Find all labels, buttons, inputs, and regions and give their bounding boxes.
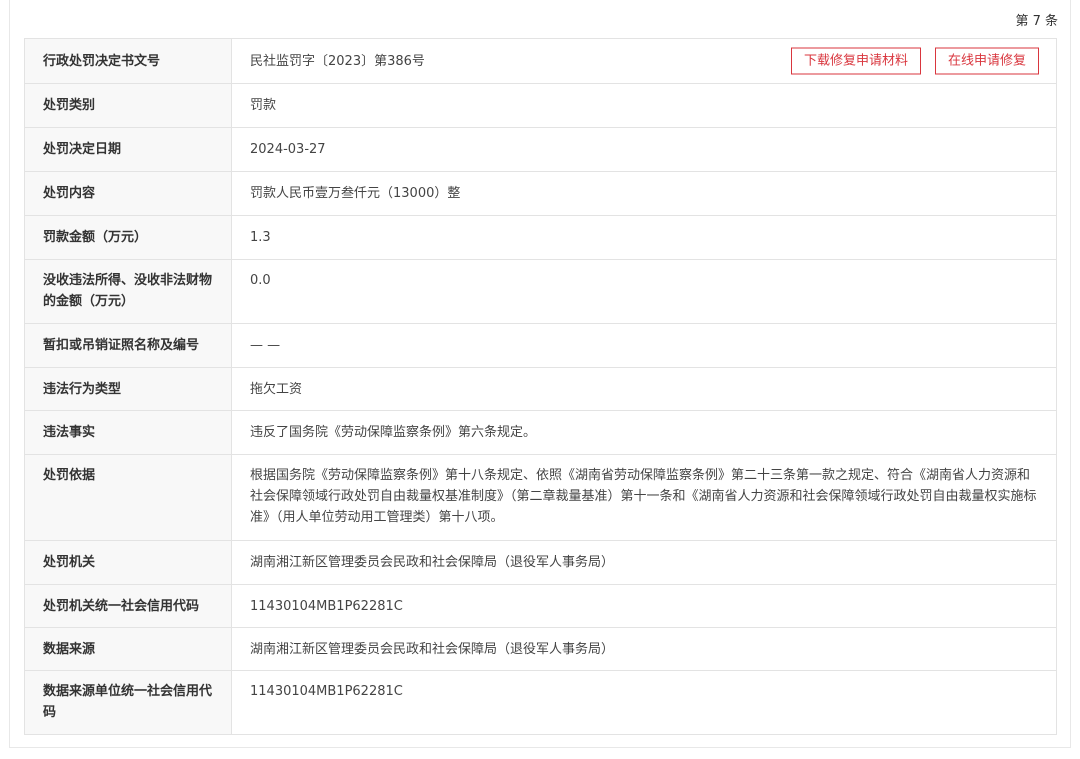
row-value: 违反了国务院《劳动保障监察条例》第六条规定。 — [231, 410, 1057, 455]
row-label: 数据来源 — [24, 627, 232, 671]
table-row: 暂扣或吊销证照名称及编号 — — — [24, 323, 1057, 368]
row-value-text: 拖欠工资 — [250, 381, 303, 397]
row-value-text: 湖南湘江新区管理委员会民政和社会保障局（退役军人事务局） — [250, 641, 615, 657]
row-value-text: 11430104MB1P62281C — [250, 684, 403, 699]
table-row: 处罚内容 罚款人民币壹万叁仟元（13000）整 — [24, 171, 1057, 216]
row-label: 处罚内容 — [24, 171, 232, 216]
row-value-text: 11430104MB1P62281C — [250, 598, 403, 614]
row-label: 没收违法所得、没收非法财物的金额（万元） — [24, 259, 232, 324]
row-value: 罚款 — [231, 83, 1057, 128]
table-row: 处罚依据 根据国务院《劳动保障监察条例》第十八条规定、依照《湖南省劳动保障监察条例… — [24, 454, 1057, 541]
table-row: 违法事实 违反了国务院《劳动保障监察条例》第六条规定。 — [24, 410, 1057, 455]
row-label: 暂扣或吊销证照名称及编号 — [24, 323, 232, 368]
row-label: 处罚类别 — [24, 83, 232, 128]
row-value: 2024-03-27 — [231, 127, 1057, 172]
table-row: 数据来源 湖南湘江新区管理委员会民政和社会保障局（退役军人事务局） — [24, 627, 1057, 671]
row-label: 处罚决定日期 — [24, 127, 232, 172]
row-value-text: 1.3 — [250, 230, 271, 245]
row-value: 根据国务院《劳动保障监察条例》第十八条规定、依照《湖南省劳动保障监察条例》第二十… — [231, 454, 1057, 541]
penalty-detail-table: 行政处罚决定书文号 民社监罚字〔2023〕第386号 下载修复申请材料 在线申请修复处… — [24, 38, 1057, 735]
download-repair-materials-button[interactable]: 下载修复申请材料 — [790, 47, 921, 75]
table-row: 行政处罚决定书文号 民社监罚字〔2023〕第386号 下载修复申请材料 在线申请修复 — [24, 38, 1057, 84]
row-label: 处罚机关统一社会信用代码 — [24, 584, 232, 628]
row-value: — — — [231, 323, 1057, 368]
row-value-text: 罚款人民币壹万叁仟元（13000）整 — [250, 186, 461, 201]
row-value-text: — — — [250, 338, 281, 353]
row-value: 1.3 — [231, 215, 1057, 260]
row-value-text: 2024-03-27 — [250, 142, 326, 157]
table-row: 处罚决定日期 2024-03-27 — [24, 127, 1057, 172]
row-value-text: 罚款 — [250, 98, 277, 113]
table-row: 处罚类别 罚款 — [24, 83, 1057, 128]
row-label: 处罚机关 — [24, 540, 232, 585]
row-label: 行政处罚决定书文号 — [24, 38, 232, 84]
row-value: 11430104MB1P62281C — [231, 670, 1057, 735]
table-row: 罚款金额（万元） 1.3 — [24, 215, 1057, 260]
record-page: 第 7 条 行政处罚决定书文号 民社监罚字〔2023〕第386号 下载修复申请材料在… — [0, 0, 1080, 759]
row-value: 拖欠工资 — [231, 367, 1057, 411]
row-label: 处罚依据 — [24, 454, 232, 541]
row-value-text: 民社监罚字〔2023〕第386号 — [250, 53, 425, 69]
row-value-text: 湖南湘江新区管理委员会民政和社会保障局（退役军人事务局） — [250, 555, 615, 570]
online-repair-application-button[interactable]: 在线申请修复 — [934, 47, 1039, 75]
row-value: 11430104MB1P62281C — [231, 584, 1057, 628]
table-row: 数据来源单位统一社会信用代码 11430104MB1P62281C — [24, 670, 1057, 735]
row-value-text: 0.0 — [250, 273, 271, 288]
table-row: 处罚机关统一社会信用代码 11430104MB1P62281C — [24, 584, 1057, 628]
row-value: 民社监罚字〔2023〕第386号 下载修复申请材料 在线申请修复 — [231, 38, 1057, 84]
row-value: 湖南湘江新区管理委员会民政和社会保障局（退役军人事务局） — [231, 627, 1057, 671]
record-count: 第 7 条 — [1015, 14, 1058, 29]
row-label: 违法事实 — [24, 410, 232, 455]
row-label: 罚款金额（万元） — [24, 215, 232, 260]
action-buttons: 下载修复申请材料 在线申请修复 — [790, 47, 1039, 75]
table-row: 处罚机关 湖南湘江新区管理委员会民政和社会保障局（退役军人事务局） — [24, 540, 1057, 585]
row-value: 湖南湘江新区管理委员会民政和社会保障局（退役军人事务局） — [231, 540, 1057, 585]
row-value-text: 根据国务院《劳动保障监察条例》第十八条规定、依照《湖南省劳动保障监察条例》第二十… — [250, 468, 1037, 525]
row-value: 0.0 — [231, 259, 1057, 324]
table-row: 违法行为类型 拖欠工资 — [24, 367, 1057, 411]
row-value: 罚款人民币壹万叁仟元（13000）整 — [231, 171, 1057, 216]
row-label: 数据来源单位统一社会信用代码 — [24, 670, 232, 735]
row-label: 违法行为类型 — [24, 367, 232, 411]
table-row: 没收违法所得、没收非法财物的金额（万元） 0.0 — [24, 259, 1057, 324]
row-value-text: 违反了国务院《劳动保障监察条例》第六条规定。 — [250, 425, 537, 440]
